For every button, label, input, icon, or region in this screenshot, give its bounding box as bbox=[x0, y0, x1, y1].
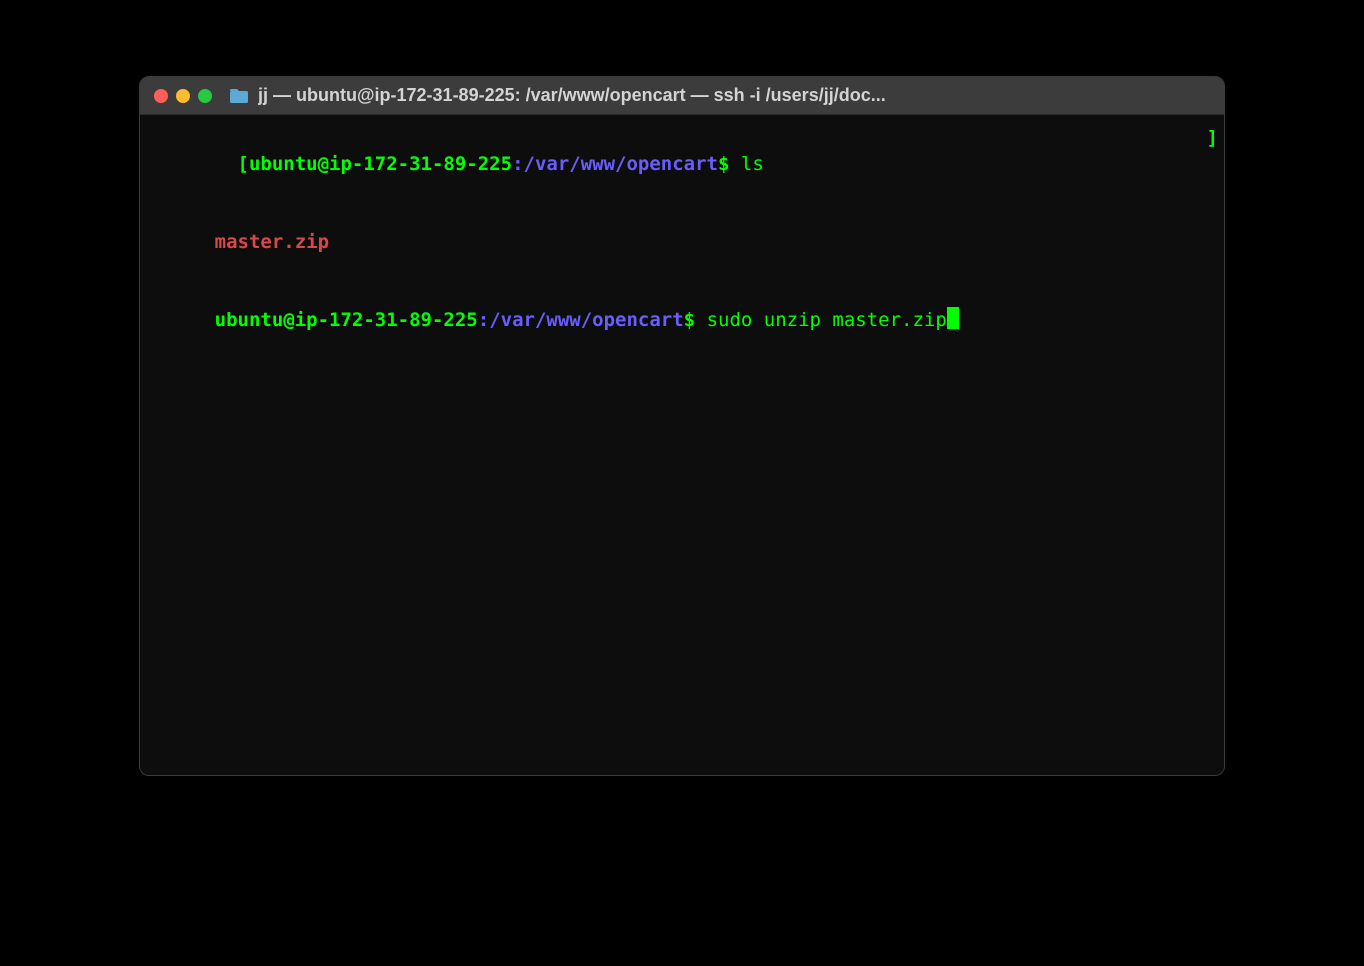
command-text: ls bbox=[729, 153, 763, 175]
prompt-dollar: $ bbox=[684, 309, 695, 331]
prompt-path: /var/www/opencart bbox=[489, 309, 683, 331]
cursor bbox=[947, 307, 959, 329]
bracket-close: ] bbox=[1207, 125, 1218, 203]
prompt-userhost: ubuntu@ip-172-31-89-225 bbox=[249, 153, 512, 175]
close-button[interactable] bbox=[154, 89, 168, 103]
prompt-colon: : bbox=[478, 309, 489, 331]
prompt-path: /var/www/opencart bbox=[524, 153, 718, 175]
prompt-userhost: ubuntu@ip-172-31-89-225 bbox=[215, 309, 478, 331]
titlebar[interactable]: jj — ubuntu@ip-172-31-89-225: /var/www/o… bbox=[140, 77, 1224, 115]
terminal-line: ubuntu@ip-172-31-89-225:/var/www/opencar… bbox=[146, 281, 1218, 359]
traffic-lights bbox=[154, 89, 212, 103]
terminal-line: [ubuntu@ip-172-31-89-225:/var/www/openca… bbox=[146, 125, 1218, 203]
bracket-open: [ bbox=[238, 153, 249, 175]
maximize-button[interactable] bbox=[198, 89, 212, 103]
prompt-dollar: $ bbox=[718, 153, 729, 175]
folder-icon bbox=[230, 89, 248, 103]
command-text: sudo unzip master.zip bbox=[695, 309, 947, 331]
minimize-button[interactable] bbox=[176, 89, 190, 103]
terminal-window: jj — ubuntu@ip-172-31-89-225: /var/www/o… bbox=[139, 76, 1225, 776]
terminal-body[interactable]: [ubuntu@ip-172-31-89-225:/var/www/openca… bbox=[140, 115, 1224, 775]
ls-output: master.zip bbox=[215, 231, 329, 253]
prompt-colon: : bbox=[512, 153, 523, 175]
terminal-line: master.zip bbox=[146, 203, 1218, 281]
window-title: jj — ubuntu@ip-172-31-89-225: /var/www/o… bbox=[258, 85, 1210, 106]
